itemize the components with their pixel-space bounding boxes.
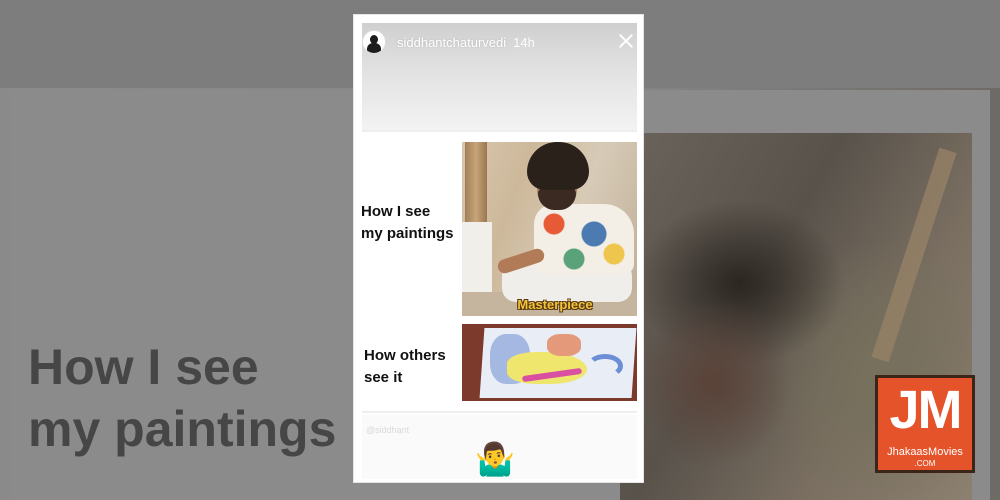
username[interactable]: siddhantchaturvedi <box>397 35 506 50</box>
meme-label-top: How I see my paintings <box>361 203 454 242</box>
meme-label-bottom: How others see it <box>364 347 446 386</box>
logo-letters: JM <box>889 380 962 440</box>
meme-photo-painting <box>462 324 637 401</box>
meme-photo-painter: Masterpiece <box>462 142 637 316</box>
divider <box>362 411 637 413</box>
logo-name: JhakaasMovies <box>887 446 963 458</box>
painting-small-horse <box>547 334 581 356</box>
painting-tail-stroke <box>587 354 623 378</box>
handle-watermark: @siddhant <box>366 425 410 435</box>
divider <box>362 130 637 132</box>
logo-sub: .COM <box>914 459 936 468</box>
shirt-shape <box>534 204 634 274</box>
jhakaasmovies-logo: JM JhakaasMovies .COM <box>875 375 975 473</box>
close-icon[interactable] <box>617 32 635 50</box>
hair-shape <box>527 142 589 190</box>
avatar[interactable] <box>362 30 386 54</box>
shrug-emoji-icon: 🤷‍♂️ <box>475 440 515 478</box>
instagram-story[interactable]: siddhantchaturvedi 14h How I see my pain… <box>353 14 644 483</box>
background-caption: How I see my paintings <box>28 339 337 457</box>
photo-caption: Masterpiece <box>517 297 593 312</box>
time-ago: 14h <box>513 34 535 50</box>
story-header: siddhantchaturvedi 14h <box>362 27 637 57</box>
